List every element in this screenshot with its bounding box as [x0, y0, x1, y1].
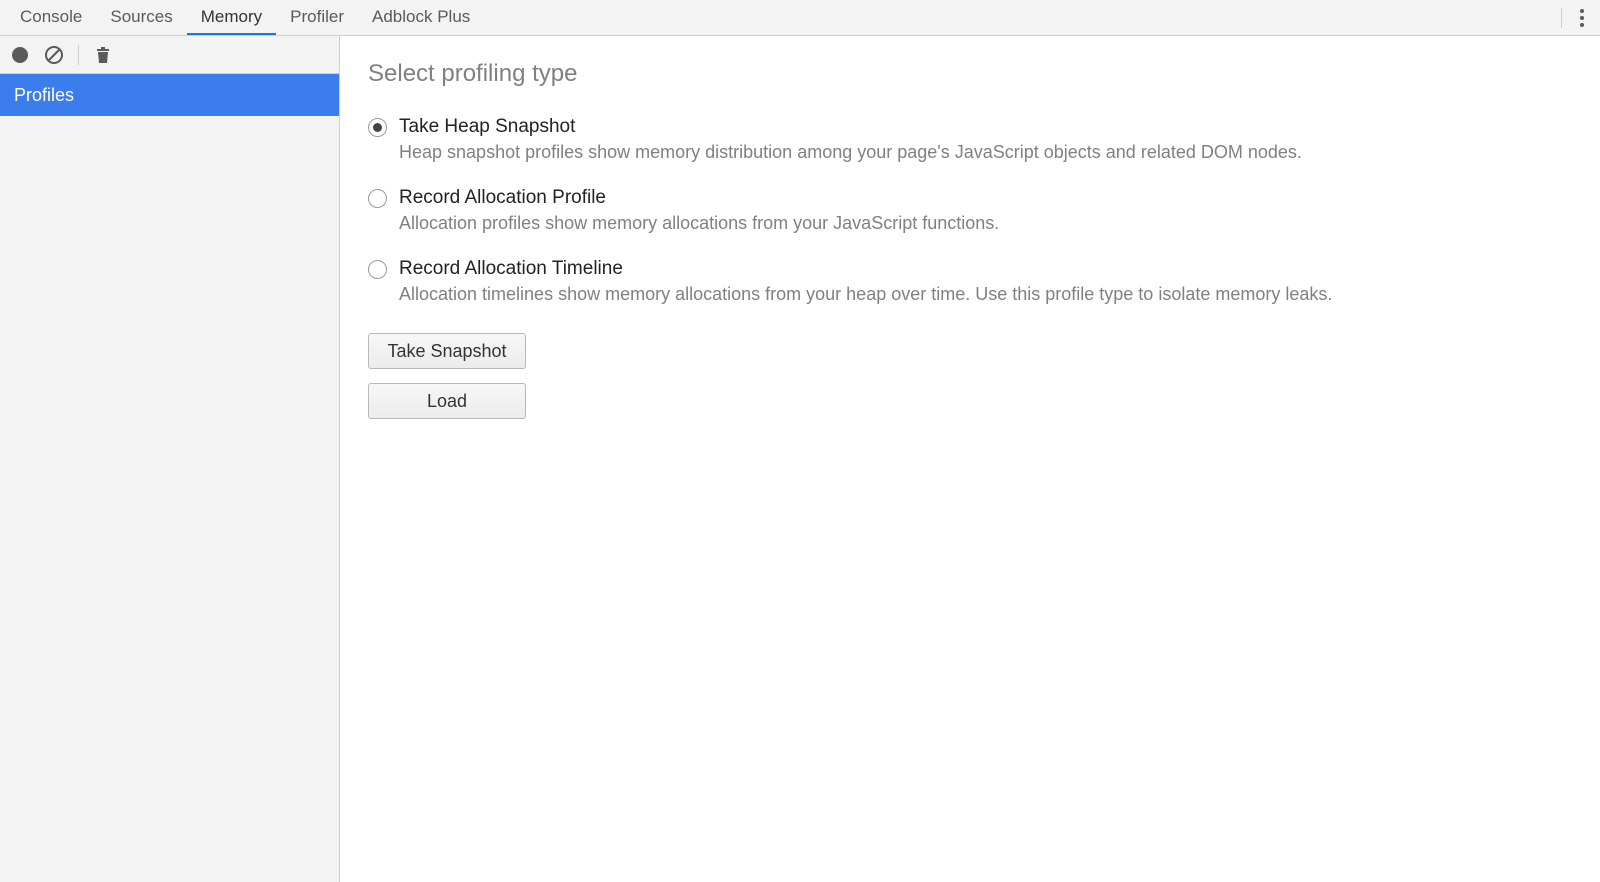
sidebar: Profiles [0, 36, 340, 882]
main-panel: Select profiling type Take Heap Snapshot… [340, 36, 1600, 882]
sidebar-profiles-header[interactable]: Profiles [0, 74, 339, 116]
option-description: Heap snapshot profiles show memory distr… [399, 142, 1302, 163]
option-allocation-timeline[interactable]: Record Allocation Timeline Allocation ti… [368, 258, 1572, 305]
option-title: Take Heap Snapshot [399, 116, 1302, 138]
option-description: Allocation profiles show memory allocati… [399, 213, 999, 234]
load-button[interactable]: Load [368, 383, 526, 419]
topbar-right [1553, 0, 1594, 35]
radio-icon[interactable] [368, 260, 387, 279]
top-tabbar: Console Sources Memory Profiler Adblock … [0, 0, 1600, 36]
tab-sources[interactable]: Sources [96, 0, 186, 35]
option-description: Allocation timelines show memory allocat… [399, 284, 1332, 305]
tab-profiler[interactable]: Profiler [276, 0, 358, 35]
page-title: Select profiling type [368, 60, 1572, 88]
action-buttons: Take Snapshot Load [368, 333, 1572, 419]
divider [1561, 8, 1562, 28]
radio-icon[interactable] [368, 118, 387, 137]
radio-icon[interactable] [368, 189, 387, 208]
option-allocation-profile[interactable]: Record Allocation Profile Allocation pro… [368, 187, 1572, 234]
clear-icon[interactable] [42, 43, 66, 67]
profiling-options: Take Heap Snapshot Heap snapshot profile… [368, 116, 1572, 305]
record-icon[interactable] [8, 43, 32, 67]
option-heap-snapshot[interactable]: Take Heap Snapshot Heap snapshot profile… [368, 116, 1572, 163]
tab-list: Console Sources Memory Profiler Adblock … [6, 0, 1553, 35]
tab-adblock-plus[interactable]: Adblock Plus [358, 0, 484, 35]
trash-icon[interactable] [91, 43, 115, 67]
option-title: Record Allocation Timeline [399, 258, 1332, 280]
option-title: Record Allocation Profile [399, 187, 999, 209]
sidebar-toolbar [0, 36, 339, 74]
more-menu-icon[interactable] [1570, 6, 1594, 30]
take-snapshot-button[interactable]: Take Snapshot [368, 333, 526, 369]
divider [78, 45, 79, 65]
body-container: Profiles Select profiling type Take Heap… [0, 36, 1600, 882]
tab-memory[interactable]: Memory [187, 0, 276, 35]
tab-console[interactable]: Console [6, 0, 96, 35]
